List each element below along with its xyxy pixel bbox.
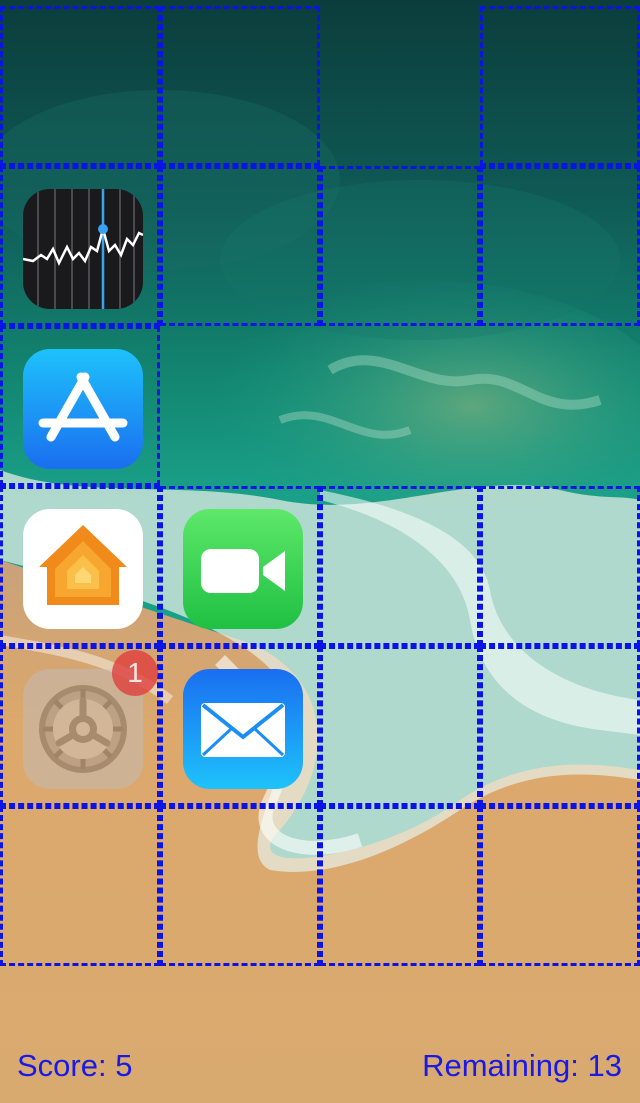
score-label: Score: 5: [17, 1048, 133, 1083]
grid-cell-r6c3[interactable]: [320, 806, 480, 966]
grid-cell-r1c4[interactable]: [480, 6, 640, 166]
game-grid: [0, 6, 640, 966]
grid-cell-r4c3[interactable]: [320, 486, 480, 646]
remaining-label: Remaining: 13: [422, 1048, 622, 1083]
grid-cell-r3c4[interactable]: [480, 326, 640, 486]
grid-cell-r2c4[interactable]: [480, 166, 640, 326]
mail-icon[interactable]: [183, 669, 303, 789]
grid-cell-r2c3[interactable]: [320, 166, 480, 326]
grid-cell-r4c1[interactable]: [0, 486, 160, 646]
grid-cell-r2c2[interactable]: [160, 166, 320, 326]
grid-cell-r6c4[interactable]: [480, 806, 640, 966]
stocks-icon[interactable]: [23, 189, 143, 309]
grid-cell-r5c2[interactable]: [160, 646, 320, 806]
grid-cell-r3c1[interactable]: [0, 326, 160, 486]
app-store-icon[interactable]: [23, 349, 143, 469]
grid-cell-r5c3[interactable]: [320, 646, 480, 806]
grid-cell-r1c3[interactable]: [320, 6, 480, 166]
grid-cell-r4c2[interactable]: [160, 486, 320, 646]
home-icon[interactable]: [23, 509, 143, 629]
grid-cell-r6c2[interactable]: [160, 806, 320, 966]
grid-cell-r5c4[interactable]: [480, 646, 640, 806]
grid-cell-r3c3[interactable]: [320, 326, 480, 486]
facetime-icon[interactable]: [183, 509, 303, 629]
grid-cell-r1c1[interactable]: [0, 6, 160, 166]
notification-badge: 1: [112, 650, 158, 696]
grid-cell-r1c2[interactable]: [160, 6, 320, 166]
grid-cell-r2c1[interactable]: [0, 166, 160, 326]
grid-cell-r3c2[interactable]: [160, 326, 320, 486]
grid-cell-r6c1[interactable]: [0, 806, 160, 966]
grid-cell-r4c4[interactable]: [480, 486, 640, 646]
